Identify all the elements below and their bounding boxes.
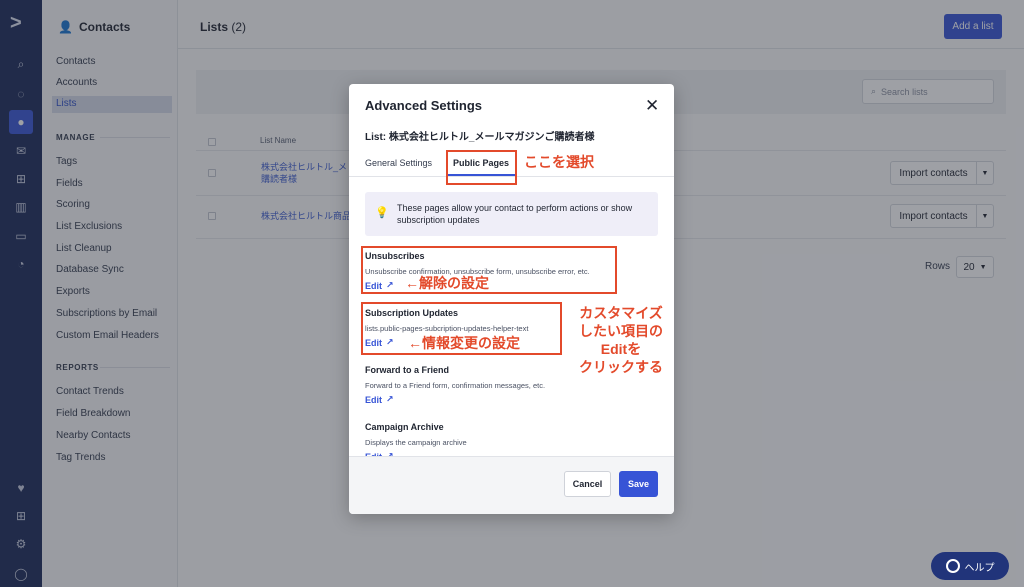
section-title-forward-to-friend: Forward to a Friend [365,365,450,375]
tab-general-settings[interactable]: General Settings [365,158,432,168]
external-link-icon: ↗ [386,394,394,404]
section-desc-forward-to-friend: Forward to a Friend form, confirmation m… [365,381,546,390]
annotation-unsub-setting: ←解除の設定 [405,275,489,291]
save-button[interactable]: Save [619,471,658,497]
edit-forward-to-friend-link[interactable]: Edit ↗ [365,394,394,405]
annotation-customize-note: カスタマイズ したい項目の Editを クリックする [579,305,663,375]
annotation-box-unsubscribes [361,246,617,294]
lightbulb-icon: 💡 [375,207,389,219]
modal-list-name: List: 株式会社ヒルトル_メールマガジンご購読者様 [365,132,595,143]
help-button[interactable]: ヘルプ [931,552,1009,580]
section-title-campaign-archive: Campaign Archive [365,422,444,432]
modal-title: Advanced Settings [365,98,483,113]
info-banner: 💡 These pages allow your contact to perf… [365,192,658,236]
advanced-settings-modal: Advanced Settings ✕ List: 株式会社ヒルトル_メールマガ… [349,84,674,514]
cancel-button[interactable]: Cancel [564,471,611,497]
annotation-select-here: ここを選択 [524,154,594,170]
chat-bubble-icon [945,559,960,573]
section-desc-campaign-archive: Displays the campaign archive [365,438,467,447]
close-icon[interactable]: ✕ [645,97,659,114]
annotation-info-change-setting: ←情報変更の設定 [408,335,520,351]
annotation-box-public-pages [446,150,517,185]
